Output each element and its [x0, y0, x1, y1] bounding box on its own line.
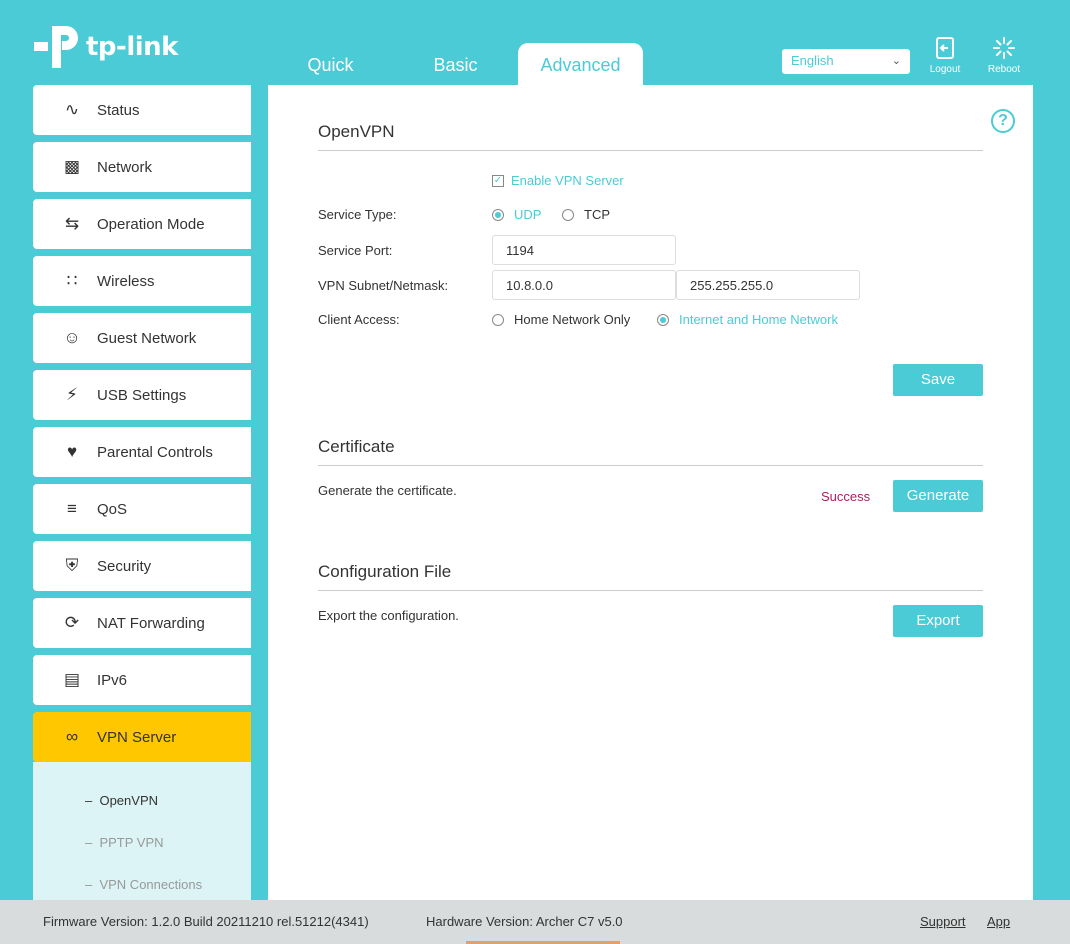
enable-vpn-server-label: Enable VPN Server	[511, 173, 624, 188]
firmware-version: Firmware Version: 1.2.0 Build 20211210 r…	[43, 914, 369, 929]
service-type-label: Service Type:	[318, 207, 397, 222]
reboot-icon	[993, 37, 1015, 59]
vpn-subnet-input[interactable]: 10.8.0.0	[492, 270, 676, 300]
pulse-icon: ∿	[64, 100, 80, 119]
sidebar-item-label: QoS	[97, 500, 128, 518]
vpn-netmask-input[interactable]: 255.255.255.0	[676, 270, 860, 300]
tcp-label: TCP	[584, 207, 610, 222]
sidebar-item-parental-controls[interactable]: ♥ Parental Controls	[33, 427, 251, 477]
tab-basic[interactable]: Basic	[393, 43, 518, 85]
sidebar-item-status[interactable]: ∿ Status	[33, 85, 251, 135]
subnav-item-label: PPTP VPN	[99, 835, 164, 850]
language-value: English	[791, 53, 834, 68]
refresh-icon: ⟳	[64, 613, 80, 632]
footer: Firmware Version: 1.2.0 Build 20211210 r…	[0, 900, 1070, 944]
radio-selected-icon	[492, 208, 504, 221]
logout-label: Logout	[929, 64, 961, 75]
qos-icon: ≡	[67, 499, 77, 518]
configuration-file-title: Configuration File	[318, 562, 983, 591]
chevron-down-icon: ⌄	[891, 55, 901, 67]
sidebar-item-network[interactable]: ▩ Network	[33, 142, 251, 192]
tab-advanced[interactable]: Advanced	[518, 43, 643, 85]
usb-icon: ⚡	[66, 385, 78, 404]
app-link[interactable]: App	[987, 914, 1010, 929]
reboot-label: Reboot	[987, 64, 1021, 75]
sidebar-item-nat-forwarding[interactable]: ⟳ NAT Forwarding	[33, 598, 251, 648]
sidebar-item-wireless[interactable]: ∷ Wireless	[33, 256, 251, 306]
client-access-label: Client Access:	[318, 312, 400, 327]
certificate-title: Certificate	[318, 437, 983, 466]
home-network-only-label: Home Network Only	[514, 312, 631, 327]
swap-icon: ⇆	[64, 214, 80, 233]
sidebar: ∿ Status ▩ Network ⇆ Operation Mode ∷ Wi…	[33, 85, 251, 910]
guest-icon: ☺	[63, 328, 81, 347]
link-icon: ∞	[65, 727, 79, 746]
home-network-only-radio[interactable]: Home Network Only	[492, 312, 630, 327]
logout-button[interactable]: Logout	[923, 34, 967, 75]
vpn-subnet-netmask-label: VPN Subnet/Netmask:	[318, 278, 449, 293]
tp-link-logo: tp-link	[32, 22, 178, 72]
hardware-version: Hardware Version: Archer C7 v5.0	[426, 914, 623, 929]
wifi-icon: ∷	[66, 271, 78, 290]
sidebar-item-label: NAT Forwarding	[97, 614, 205, 632]
subnav-item-pptp-vpn[interactable]: – PPTP VPN	[33, 822, 251, 864]
sidebar-item-label: Status	[97, 101, 140, 119]
radio-unselected-icon	[492, 313, 504, 326]
top-tabs: Quick Setup Basic Advanced	[268, 43, 643, 119]
tp-link-logo-icon	[34, 26, 78, 68]
tab-quick-setup[interactable]: Quick Setup	[268, 43, 393, 119]
ipv6-icon: ▤	[63, 670, 81, 689]
udp-label: UDP	[514, 207, 542, 222]
generate-button[interactable]: Generate	[893, 480, 983, 512]
certificate-description: Generate the certificate.	[318, 483, 457, 498]
reboot-button[interactable]: Reboot	[982, 34, 1026, 75]
brand-name: tp-link	[86, 32, 178, 62]
sidebar-item-usb-settings[interactable]: ⚡ USB Settings	[33, 370, 251, 420]
save-button[interactable]: Save	[893, 364, 983, 396]
vpn-subnav: – OpenVPN – PPTP VPN – VPN Connections	[33, 762, 251, 910]
configuration-file-description: Export the configuration.	[318, 608, 459, 623]
family-icon: ♥	[66, 442, 78, 461]
sidebar-item-label: Operation Mode	[97, 215, 205, 233]
service-port-input[interactable]: 1194	[492, 235, 676, 265]
internet-and-home-network-radio[interactable]: Internet and Home Network	[657, 312, 838, 327]
main-panel: ? OpenVPN ✓ Enable VPN Server Service Ty…	[268, 85, 1033, 900]
sidebar-item-ipv6[interactable]: ▤ IPv6	[33, 655, 251, 705]
sidebar-item-label: VPN Server	[97, 728, 177, 746]
sidebar-item-operation-mode[interactable]: ⇆ Operation Mode	[33, 199, 251, 249]
export-button[interactable]: Export	[893, 605, 983, 637]
radio-selected-icon	[657, 313, 669, 326]
network-icon: ▩	[63, 157, 81, 176]
service-port-label: Service Port:	[318, 243, 393, 258]
internet-and-home-network-label: Internet and Home Network	[679, 312, 838, 327]
sidebar-item-label: IPv6	[97, 671, 128, 689]
sidebar-item-label: USB Settings	[97, 386, 187, 404]
help-icon[interactable]: ?	[991, 109, 1015, 133]
enable-vpn-server-checkbox[interactable]: ✓ Enable VPN Server	[492, 173, 624, 188]
shield-icon: ⛨	[65, 556, 79, 575]
subnav-item-label: VPN Connections	[99, 877, 203, 892]
sidebar-item-label: Network	[97, 158, 153, 176]
sidebar-item-label: Wireless	[97, 272, 155, 290]
tcp-radio[interactable]: TCP	[562, 207, 610, 222]
sidebar-item-qos[interactable]: ≡ QoS	[33, 484, 251, 534]
sidebar-item-vpn-server[interactable]: ∞ VPN Server	[33, 712, 251, 762]
support-link[interactable]: Support	[920, 914, 966, 929]
openvpn-title: OpenVPN	[318, 122, 983, 151]
sidebar-item-label: Parental Controls	[97, 443, 213, 461]
logout-icon	[936, 37, 954, 59]
subnav-item-label: OpenVPN	[99, 793, 159, 808]
sidebar-item-label: Security	[97, 557, 152, 575]
checkbox-checked-icon: ✓	[492, 174, 504, 187]
radio-unselected-icon	[562, 208, 574, 221]
udp-radio[interactable]: UDP	[492, 207, 541, 222]
language-select[interactable]: English ⌄	[782, 49, 910, 74]
sidebar-item-guest-network[interactable]: ☺ Guest Network	[33, 313, 251, 363]
certificate-status: Success	[821, 489, 871, 504]
sidebar-item-label: Guest Network	[97, 329, 197, 347]
sidebar-item-security[interactable]: ⛨ Security	[33, 541, 251, 591]
subnav-item-openvpn[interactable]: – OpenVPN	[33, 780, 251, 822]
